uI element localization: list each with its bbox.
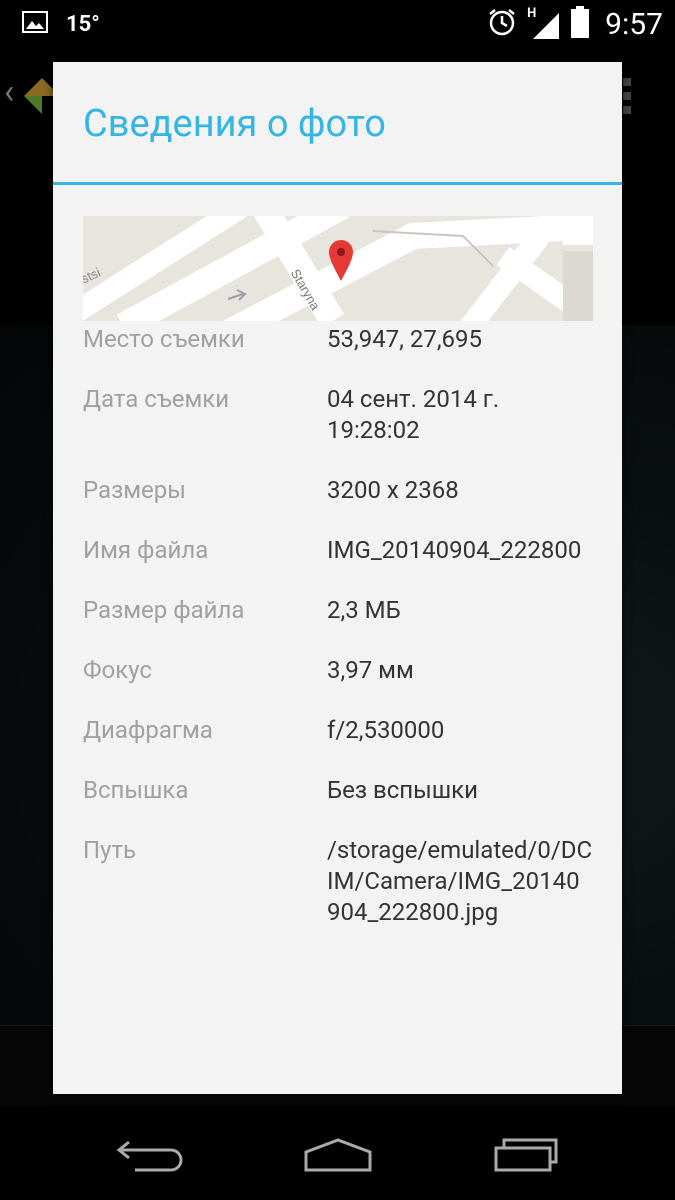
gallery-notification-icon xyxy=(22,11,48,37)
detail-label: Дата съемки xyxy=(83,385,230,413)
photo-details-dialog: Сведения о фото stsi Staryna Место съемк… xyxy=(53,62,622,1094)
signal-icon: H xyxy=(527,6,561,40)
detail-row: Диафрагма f/2,530000 xyxy=(83,715,593,746)
details-list: Место съемки 53,947, 27,695 Дата съемки … xyxy=(83,324,593,957)
detail-value: 04 сент. 2014 г. 19:28:02 xyxy=(327,385,500,444)
detail-row: Путь /storage/emulated/0/DCIM/Camera/IMG… xyxy=(83,835,593,928)
battery-icon xyxy=(571,6,590,42)
status-bar: 15° H 9:57 xyxy=(0,0,675,48)
detail-value: 3,97 мм xyxy=(327,656,414,684)
detail-row: Размер файла 2,3 МБ xyxy=(83,595,593,626)
dialog-title: Сведения о фото xyxy=(83,102,386,146)
detail-label: Имя файла xyxy=(83,536,209,564)
detail-value: 2,3 МБ xyxy=(327,596,401,624)
clock: 9:57 xyxy=(605,6,663,42)
detail-value: Без вспышки xyxy=(327,776,479,804)
detail-label: Диафрагма xyxy=(83,716,213,744)
detail-label: Путь xyxy=(83,836,137,864)
detail-label: Размеры xyxy=(83,476,186,504)
alarm-icon xyxy=(487,7,517,41)
detail-label: Вспышка xyxy=(83,776,189,804)
detail-value: IMG_20140904_222800 xyxy=(327,536,582,564)
title-divider xyxy=(53,182,622,185)
overflow-menu-icon xyxy=(623,78,631,118)
detail-row: Место съемки 53,947, 27,695 xyxy=(83,324,593,355)
temperature-text: 15° xyxy=(66,11,100,37)
detail-value: f/2,530000 xyxy=(327,716,445,744)
detail-value: 3200 x 2368 xyxy=(327,476,459,504)
detail-row: Размеры 3200 x 2368 xyxy=(83,475,593,506)
detail-value: 53,947, 27,695 xyxy=(327,325,483,353)
up-chevron-icon: ‹ xyxy=(4,72,15,112)
detail-row: Дата съемки 04 сент. 2014 г. 19:28:02 xyxy=(83,384,593,446)
detail-row: Вспышка Без вспышки xyxy=(83,775,593,806)
location-map[interactable]: stsi Staryna xyxy=(83,216,593,321)
detail-label: Размер файла xyxy=(83,596,245,624)
detail-label: Место съемки xyxy=(83,325,245,353)
detail-row: Имя файла IMG_20140904_222800 xyxy=(83,535,593,566)
detail-row: Фокус 3,97 мм xyxy=(83,655,593,686)
recent-apps-icon[interactable] xyxy=(492,1134,560,1178)
detail-label: Фокус xyxy=(83,656,152,684)
home-icon[interactable] xyxy=(302,1134,374,1178)
detail-value: /storage/emulated/0/DCIM/Camera/IMG_2014… xyxy=(327,836,593,926)
back-icon[interactable] xyxy=(115,1134,183,1178)
navigation-bar xyxy=(0,1106,675,1200)
